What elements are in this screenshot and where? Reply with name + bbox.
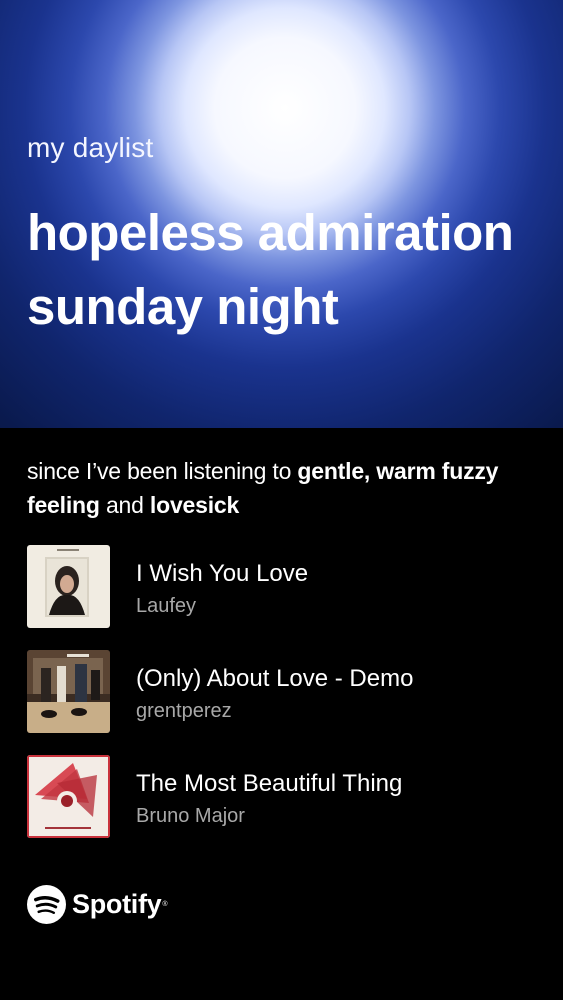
description-prefix: since I’ve been listening to (27, 458, 292, 484)
daylist-label: my daylist (27, 132, 154, 163)
spotify-logo-icon (27, 884, 66, 924)
track-artist: grentperez (136, 700, 232, 722)
description-joiner: and (105, 492, 144, 518)
track-row[interactable]: The Most Beautiful Thing Bruno Major (27, 755, 547, 839)
spotify-brand: Spotify ® (27, 883, 168, 925)
spotify-wordmark: Spotify (72, 888, 162, 919)
daylist-hero: my daylist hopeless admiration sunday ni… (0, 0, 563, 428)
track-title: (Only) About Love - Demo (136, 665, 414, 692)
album-art (27, 650, 110, 733)
daylist-title: hopeless admiration sunday night (27, 204, 514, 335)
track-row[interactable]: I Wish You Love Laufey (27, 545, 547, 629)
track-row[interactable]: (Only) About Love - Demo grentperez (27, 650, 547, 734)
album-art (27, 545, 110, 628)
track-title: I Wish You Love (136, 560, 309, 587)
trademark-mark: ® (162, 900, 168, 908)
track-artist: Bruno Major (136, 805, 245, 827)
daylist-description: since I’ve been listening to gentle, war… (27, 454, 542, 522)
album-art (27, 755, 110, 838)
track-artist: Laufey (136, 595, 197, 617)
description-genre-2: lovesick (149, 492, 240, 518)
track-title: The Most Beautiful Thing (136, 770, 403, 797)
